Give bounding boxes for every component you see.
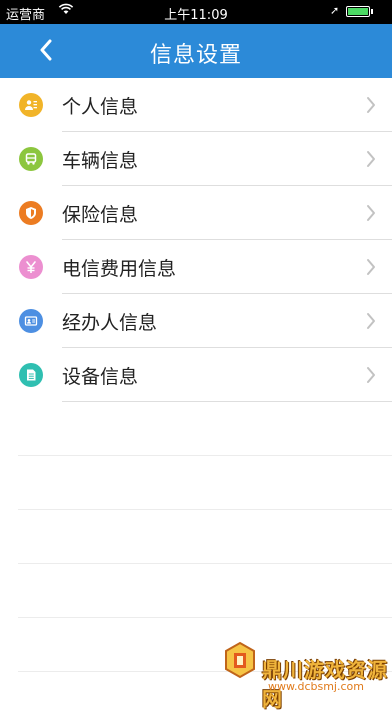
watermark-logo bbox=[222, 640, 258, 680]
menu-item-agent[interactable]: 经办人信息 bbox=[0, 294, 392, 348]
empty-row-divider bbox=[18, 563, 392, 564]
menu-item-label: 个人信息 bbox=[62, 96, 139, 118]
empty-row-divider bbox=[18, 617, 392, 618]
empty-row-divider bbox=[18, 509, 392, 510]
chevron-right-icon bbox=[367, 97, 375, 113]
document-icon bbox=[19, 363, 43, 387]
yuan-icon bbox=[19, 255, 43, 279]
menu-item-label: 经办人信息 bbox=[62, 312, 158, 334]
person-id-icon bbox=[19, 93, 43, 117]
chevron-right-icon bbox=[367, 367, 375, 383]
empty-row-divider bbox=[18, 455, 392, 456]
chevron-right-icon bbox=[367, 151, 375, 167]
shield-icon bbox=[19, 201, 43, 225]
chevron-right-icon bbox=[367, 205, 375, 221]
menu-item-label: 车辆信息 bbox=[62, 150, 139, 172]
battery-tip bbox=[371, 9, 373, 14]
page-title: 信息设置 bbox=[149, 43, 242, 68]
battery-icon bbox=[346, 6, 370, 17]
menu-item-personal[interactable]: 个人信息 bbox=[0, 78, 392, 132]
menu-item-vehicle[interactable]: 车辆信息 bbox=[0, 132, 392, 186]
status-bar: 运营商 上午11:09 ➚ bbox=[0, 0, 392, 24]
menu-item-telecom-fees[interactable]: 电信费用信息 bbox=[0, 240, 392, 294]
menu-item-insurance[interactable]: 保险信息 bbox=[0, 186, 392, 240]
id-card-icon bbox=[19, 309, 43, 333]
menu-item-label: 电信费用信息 bbox=[62, 258, 177, 280]
nav-bar: 信息设置 bbox=[0, 24, 392, 78]
location-arrow-icon: ➚ bbox=[330, 4, 340, 17]
chevron-right-icon bbox=[367, 259, 375, 275]
vehicle-icon bbox=[19, 147, 43, 171]
settings-menu: 个人信息 车辆信息 保险信息 电信费用信息 经办人信息 设备信息 bbox=[0, 78, 392, 402]
menu-item-device[interactable]: 设备信息 bbox=[0, 348, 392, 402]
chevron-right-icon bbox=[367, 313, 375, 329]
watermark-url: www.dcbsmj.com bbox=[268, 680, 364, 693]
divider bbox=[62, 401, 392, 402]
menu-item-label: 保险信息 bbox=[62, 204, 139, 226]
menu-item-label: 设备信息 bbox=[62, 366, 139, 388]
